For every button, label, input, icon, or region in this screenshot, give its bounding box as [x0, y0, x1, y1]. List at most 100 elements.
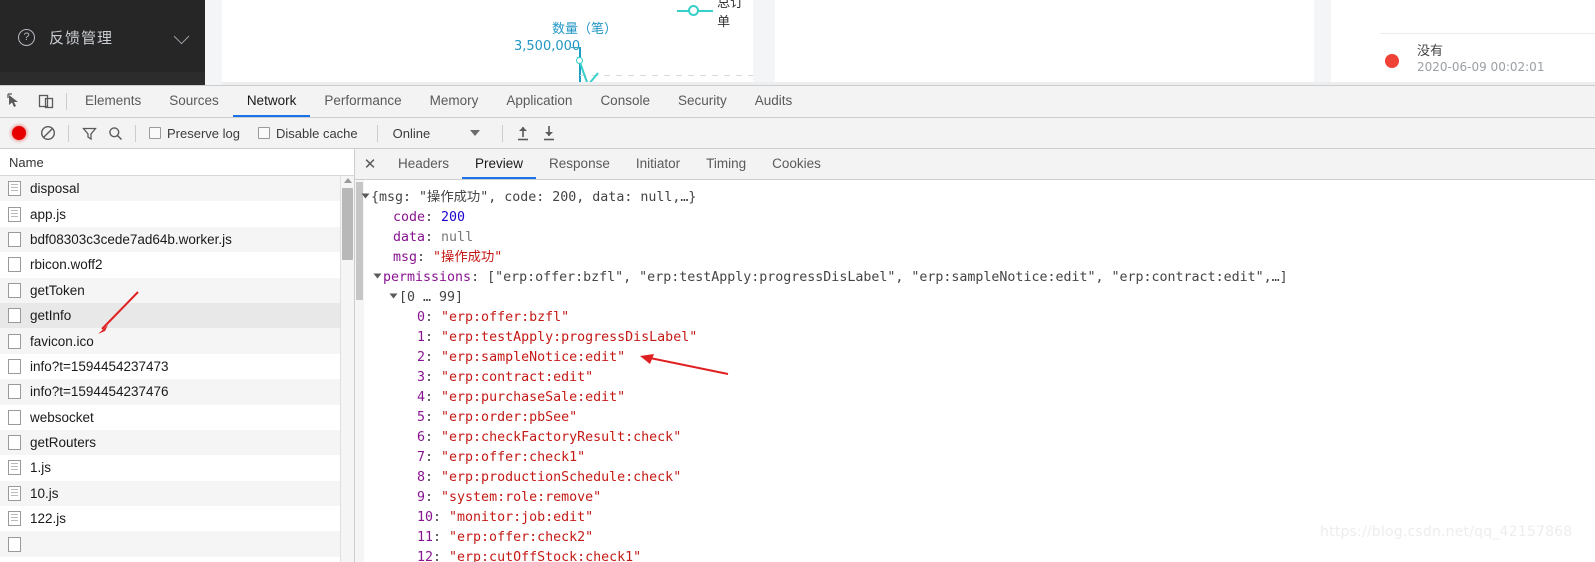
chevron-down-icon[interactable] [173, 28, 190, 45]
json-array-value: "erp:purchaseSale:edit" [441, 390, 626, 405]
json-key: data [393, 230, 426, 245]
sidebar-item-feedback-management[interactable]: 反馈管理 [0, 20, 205, 54]
tab-security[interactable]: Security [664, 86, 741, 117]
table-row[interactable]: disposal [0, 176, 354, 202]
request-name: info?t=1594454237476 [30, 384, 169, 400]
json-array-value: "erp:testApply:progressDisLabel" [441, 330, 698, 345]
device-toolbar-icon[interactable] [31, 86, 62, 117]
blank-file-icon [8, 409, 21, 425]
scrollbar-thumb[interactable] [342, 188, 353, 260]
legend-label: 总订单 [717, 0, 744, 29]
tab-cookies[interactable]: Cookies [759, 149, 834, 179]
table-row[interactable]: websocket [0, 405, 354, 430]
export-har-icon[interactable] [536, 121, 562, 145]
tab-audits[interactable]: Audits [741, 86, 807, 117]
json-colon: : [425, 430, 442, 445]
request-name: getRouters [30, 435, 97, 451]
tab-memory[interactable]: Memory [416, 86, 493, 117]
table-row[interactable]: info?t=1594454237473 [0, 354, 354, 379]
tab-label: Initiator [635, 155, 681, 171]
status-dot [1385, 54, 1399, 68]
json-array-item-row: 3: "erp:contract:edit" [355, 368, 1595, 388]
tab-label: Cookies [772, 155, 821, 171]
table-row[interactable]: favicon.ico [0, 328, 354, 354]
chart-data-point [576, 57, 583, 64]
request-list-scrollbar[interactable] [340, 176, 354, 562]
layout-gutter-2 [753, 0, 775, 85]
disclosure-triangle-icon[interactable] [373, 273, 382, 279]
filter-icon[interactable] [76, 121, 102, 145]
document-icon [8, 485, 21, 501]
notice-timestamp: 2020-06-09 00:02:01 [1417, 60, 1545, 74]
throttling-select[interactable]: Online [393, 126, 481, 141]
table-row[interactable]: getInfo [0, 302, 354, 329]
json-preview-tree: {msg: "操作成功", code: 200, data: null,…} co… [355, 180, 1595, 562]
table-row[interactable]: getRouters [0, 429, 354, 456]
json-array-index: 8 [417, 470, 426, 485]
tab-label: Performance [324, 93, 402, 108]
toolbar-divider [135, 124, 136, 142]
json-array-item-row: 6: "erp:checkFactoryResult:check" [355, 428, 1595, 448]
json-array-index: 6 [417, 430, 426, 445]
tab-label: Elements [85, 93, 142, 108]
clear-icon[interactable] [35, 121, 61, 145]
chevron-down-icon[interactable] [470, 130, 481, 136]
tab-response[interactable]: Response [536, 149, 623, 179]
tab-performance[interactable]: Performance [310, 86, 415, 117]
json-array-value: "erp:contract:edit" [441, 370, 594, 385]
column-header-name: Name [9, 154, 44, 170]
table-row[interactable]: bdf08303c3cede7ad64b.worker.js [0, 226, 354, 253]
detail-tabbar: ✕ Headers Preview Response Initiator Tim… [355, 149, 1595, 180]
table-row[interactable]: app.js [0, 201, 354, 226]
table-row[interactable]: 10.js [0, 480, 354, 507]
table-row[interactable]: rbicon.woff2 [0, 252, 354, 277]
json-root-summary: {msg: "操作成功", code: 200, data: null,…} [371, 190, 697, 205]
tab-console[interactable]: Console [586, 86, 664, 117]
checkbox-box[interactable] [149, 127, 161, 139]
disclosure-triangle-icon[interactable] [389, 293, 398, 299]
json-array-item-row: 4: "erp:purchaseSale:edit" [355, 388, 1595, 408]
blank-file-icon [8, 231, 21, 247]
request-name: info?t=1594454237473 [30, 358, 169, 374]
tab-network[interactable]: Network [232, 86, 311, 117]
disclosure-triangle-icon[interactable] [361, 193, 370, 199]
tab-initiator[interactable]: Initiator [623, 149, 693, 179]
json-array-value: "erp:sampleNotice:edit" [441, 350, 626, 365]
scroll-up-arrow-icon[interactable] [344, 178, 352, 183]
json-colon: : [425, 410, 442, 425]
search-icon[interactable] [102, 121, 128, 145]
json-value: 200 [441, 210, 466, 225]
table-row[interactable]: 122.js [0, 506, 354, 531]
table-row[interactable] [0, 531, 354, 557]
close-icon[interactable]: ✕ [355, 149, 385, 179]
table-row[interactable]: 1.js [0, 455, 354, 480]
tab-preview[interactable]: Preview [462, 149, 537, 179]
request-detail: ✕ Headers Preview Response Initiator Tim… [355, 149, 1595, 562]
chart-legend[interactable]: 总订单 [677, 0, 753, 29]
tab-application[interactable]: Application [492, 86, 586, 117]
inspect-cursor-icon[interactable] [0, 86, 31, 117]
table-row[interactable]: info?t=1594454237476 [0, 379, 354, 405]
json-array-item-row: 5: "erp:order:pbSee" [355, 408, 1595, 428]
json-colon: : [425, 330, 442, 345]
json-value: null [441, 230, 474, 245]
record-button-icon[interactable] [12, 126, 26, 140]
tab-label: Sources [169, 93, 219, 108]
json-array-index: 12 [417, 550, 434, 562]
table-row[interactable]: getToken [0, 277, 354, 303]
request-rows: disposal app.js bdf08303c3cede7ad64b.worke… [0, 176, 354, 557]
import-har-icon[interactable] [510, 121, 536, 145]
disable-cache-checkbox[interactable]: Disable cache [257, 126, 358, 141]
tab-sources[interactable]: Sources [155, 86, 233, 117]
json-array-index: 2 [417, 350, 426, 365]
json-array-value: "erp:offer:check1" [441, 450, 586, 465]
request-name: rbicon.woff2 [30, 257, 103, 273]
chart-axis-title: 数量（笔） [552, 22, 618, 37]
tab-headers[interactable]: Headers [385, 149, 462, 179]
tab-timing[interactable]: Timing [693, 149, 759, 179]
request-list-header[interactable]: Name [0, 149, 354, 176]
tab-elements[interactable]: Elements [71, 86, 155, 117]
json-colon: : [425, 490, 442, 505]
checkbox-box[interactable] [257, 127, 270, 139]
preserve-log-checkbox[interactable]: Preserve log [149, 126, 240, 141]
